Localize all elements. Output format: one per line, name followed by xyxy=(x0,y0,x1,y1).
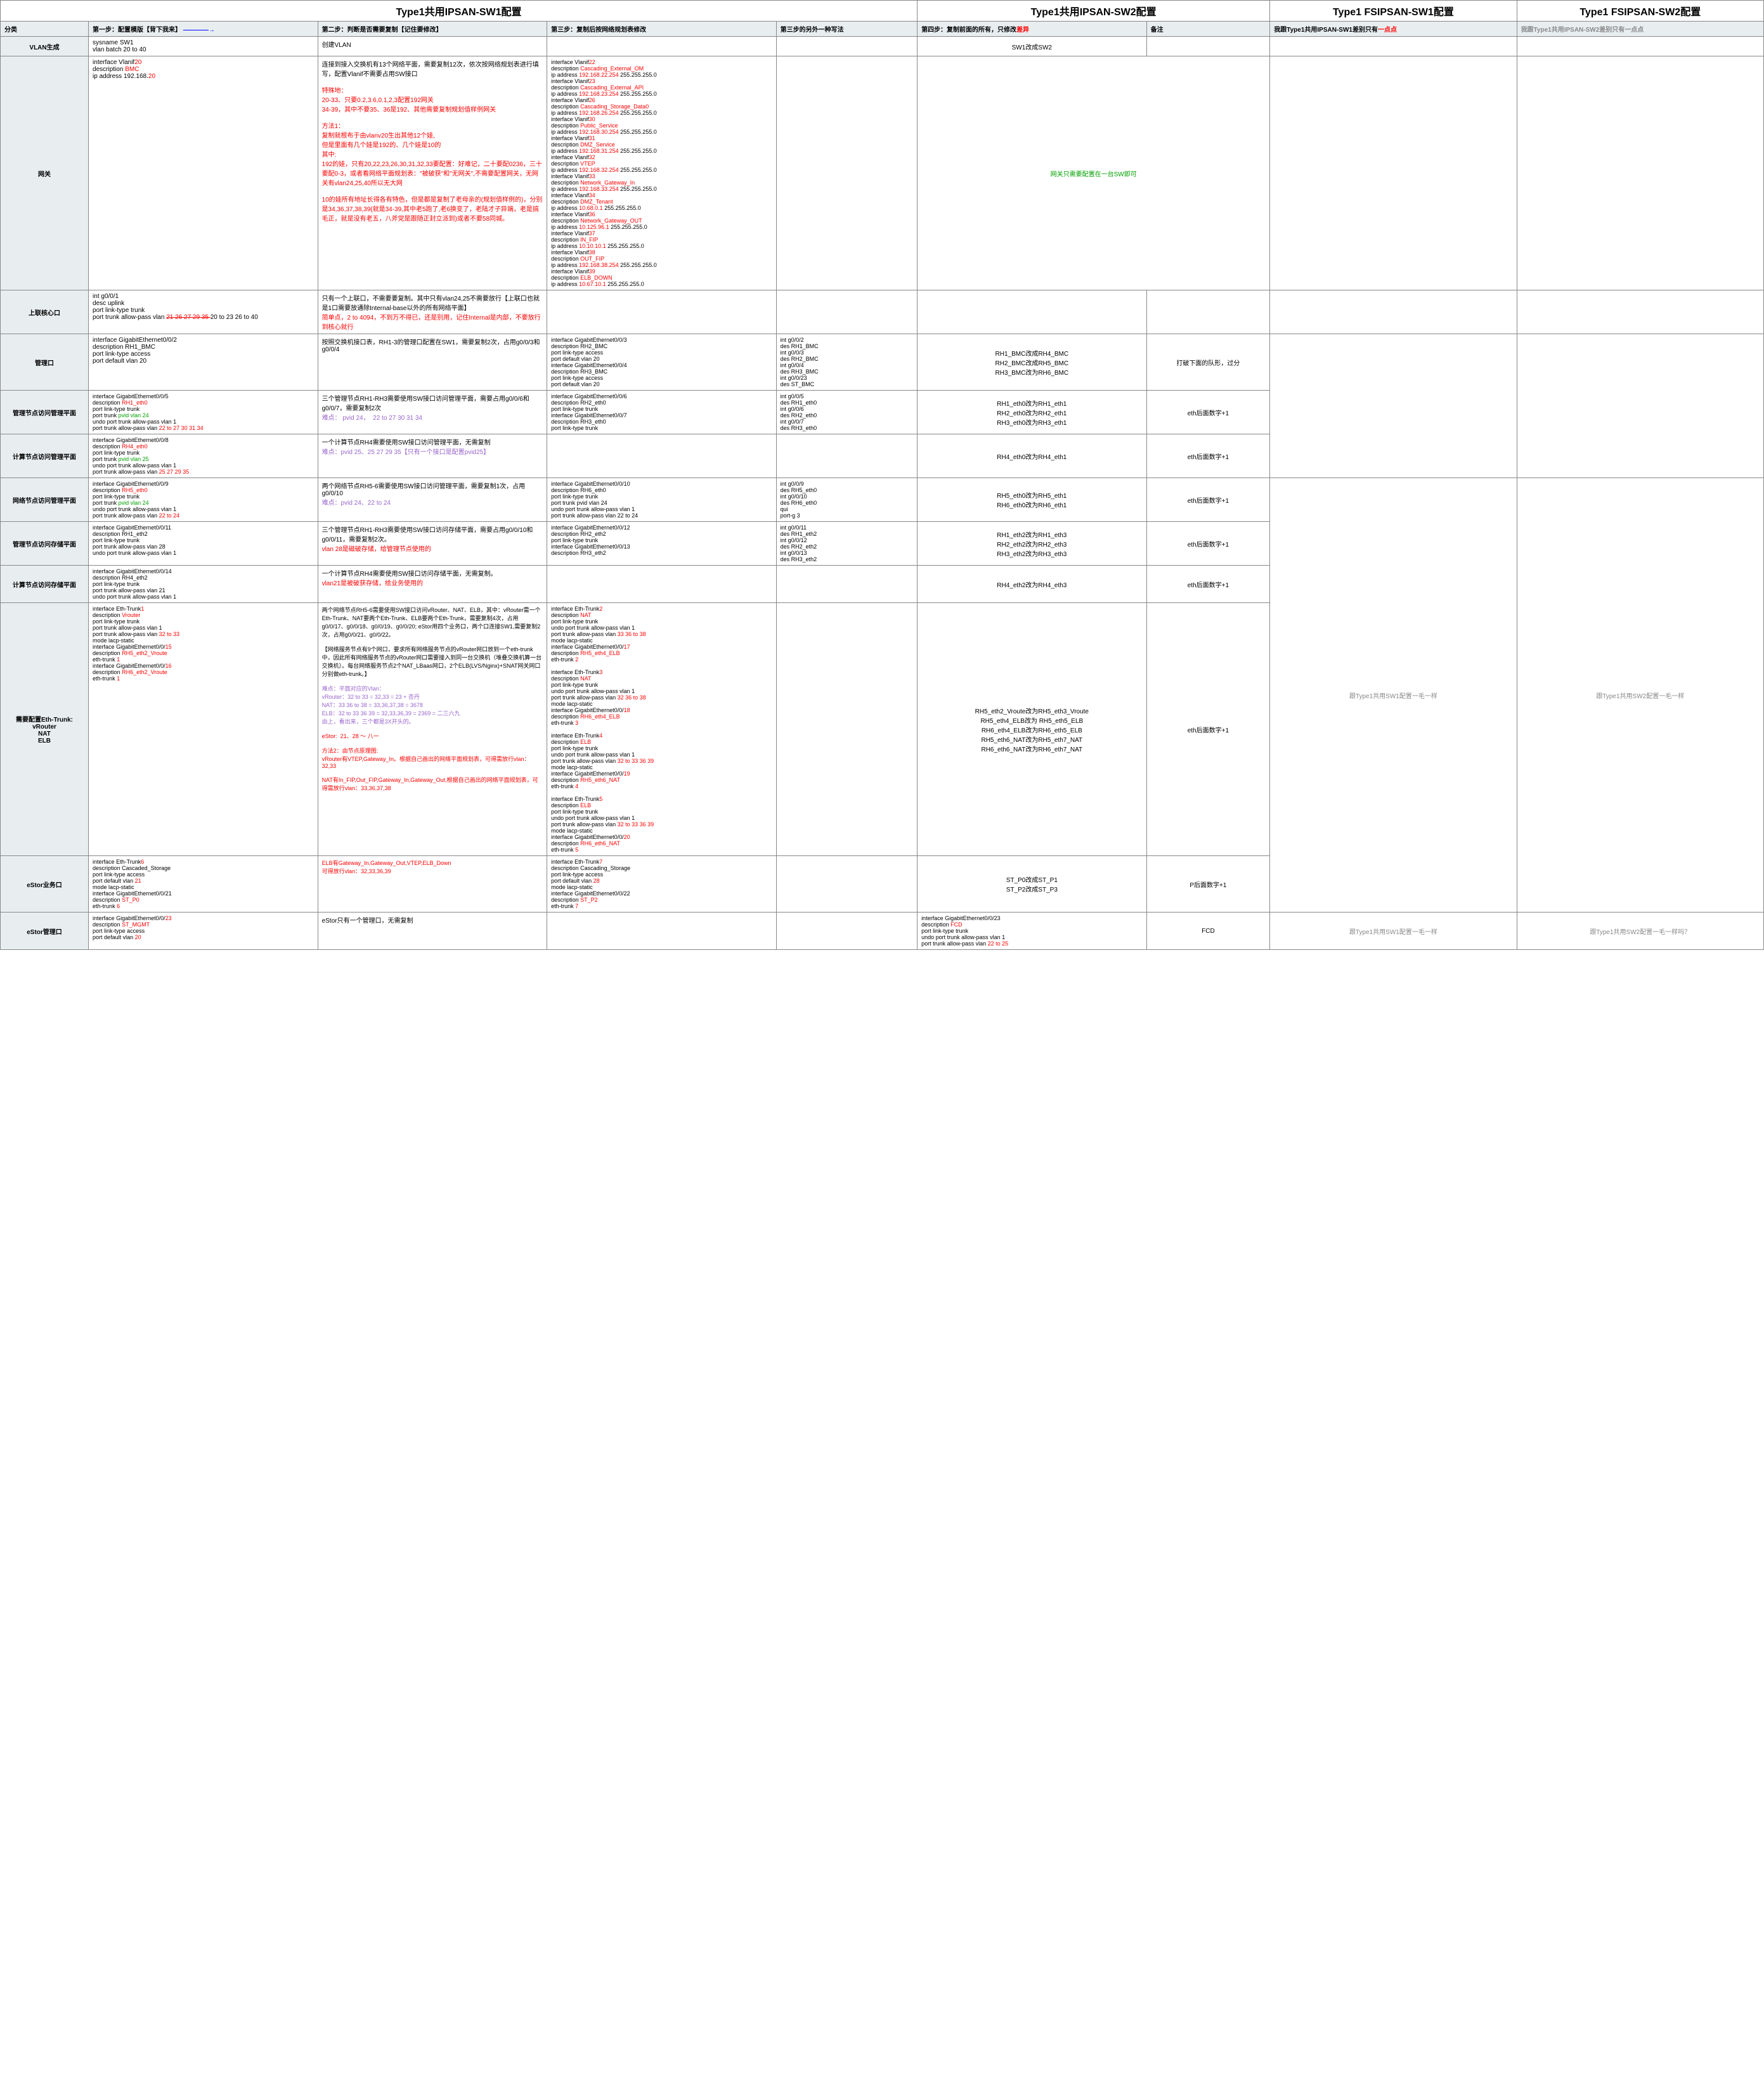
ethtrunk-judge: 两个网络节点RH5-6需要使用SW接口访问vRouter、NAT、ELB，其中：… xyxy=(318,603,547,856)
compmgmt-judge: 一个计算节点RH4需要使用SW接口访问管理平面，无需复制 难点：pvid 25、… xyxy=(318,434,547,478)
header-c2: Type1共用IPSAN-SW2配置 xyxy=(918,1,1270,22)
mgmt-sw2: RH1_BMC改成RH4_BMC RH2_BMC改成RH5_BMC RH3_BM… xyxy=(918,334,1147,391)
row-estormgmt-cat: eStor管理口 xyxy=(1,913,89,950)
gw-judge: 连接到接入交换机有13个网络平面，需要复制12次，依次按网络规划表进行填写，配置… xyxy=(318,56,547,290)
ethtrunk-step3: interface Eth-Trunk2 description NAT por… xyxy=(547,603,777,856)
row-compmgmt-cat: 计算节点访问管理平面 xyxy=(1,434,89,478)
netmgmt-judge: 两个网络节点RH5-6需要使用SW接口访问管理平面，需要复制1次，占用g0/0/… xyxy=(318,478,547,522)
ethtrunk-template: interface Eth-Trunk1 description Vrouter… xyxy=(89,603,318,856)
vlan-judge: 创建VLAN xyxy=(318,37,547,56)
row-gw-cat: 网关 xyxy=(1,56,89,290)
compstor-sw2: RH4_eth2改为RH4_eth3 xyxy=(918,566,1147,603)
vlan-sw2: SW1改成SW2 xyxy=(918,37,1147,56)
netmgmt-template: interface GigabitEthernet0/0/9 descripti… xyxy=(89,478,318,522)
mgstor-judge: 三个管理节点RH1-RH3需要使用SW接口访问存储平面，需要占用g0/0/10和… xyxy=(318,522,547,566)
col-step4: 第四步：复制前面的所有，只修改差异 xyxy=(918,22,1147,37)
netmgmt-step3: interface GigabitEthernet0/0/10 descript… xyxy=(547,478,777,522)
col-category: 分类 xyxy=(1,22,89,37)
estormgmt-bz: FCD xyxy=(1146,913,1270,950)
compstor-template: interface GigabitEthernet0/0/14 descript… xyxy=(89,566,318,603)
estorbiz-sw2: ST_P0改成ST_P1 ST_P2改成ST_P3 xyxy=(918,856,1147,913)
row-ethtrunk-cat: 需要配置Eth-Trunk: vRouter NAT ELB xyxy=(1,603,89,856)
netmgmt-bz: eth后面数字+1 xyxy=(1146,478,1270,522)
gw-note: 网关只需要配置在一台SW即可 xyxy=(918,56,1270,290)
estorbiz-judge: ELB有Gateway_In,Gateway_Out,VTEP,ELB_Down… xyxy=(318,856,547,913)
col-step1: 第一步：配置模版【背下我来】 ————→ xyxy=(89,22,318,37)
vlan-template: sysname SW1 vlan batch 20 to 40 xyxy=(89,37,318,56)
compmgmt-bz: eth后面数字+1 xyxy=(1146,434,1270,478)
gw-ifaces: interface Vlanif22 description Cascading… xyxy=(547,56,777,290)
mgplane-step3: interface GigabitEthernet0/0/6 descripti… xyxy=(547,391,777,434)
mgstor-bz: eth后面数字+1 xyxy=(1146,522,1270,566)
row-mgplane-cat: 管理节点访问管理平面 xyxy=(1,391,89,434)
mgplane-judge: 三个管理节点RH1-RH3需要使用SW接口访问管理平面，需要占用g0/0/6和g… xyxy=(318,391,547,434)
col-step3b: 第三步的另外一种写法 xyxy=(776,22,917,37)
estorbiz-bz: P后面数字+1 xyxy=(1146,856,1270,913)
estormgmt-judge: eStor只有一个管理口，无需复制 xyxy=(318,913,547,950)
mgmt-step3: interface GigabitEthernet0/0/3 descripti… xyxy=(547,334,777,391)
col-c4-note: 我跟Type1共用IPSAN-SW2差别只有一点点 xyxy=(1517,22,1763,37)
header-c4: Type1 FSIPSAN-SW2配置 xyxy=(1517,1,1763,22)
estormgmt-sw2: interface GigabitEthernet0/0/23 descript… xyxy=(918,913,1147,950)
mgplane-bz: eth后面数字+1 xyxy=(1146,391,1270,434)
ethtrunk-bz: eth后面数字+1 xyxy=(1146,603,1270,856)
ethtrunk-sw2: RH5_eth2_Vroute改为RH5_eth3_Vroute RH5_eth… xyxy=(918,603,1147,856)
mgstor-step3b: int g0/0/11 des RH1_eth2 int g0/0/12 des… xyxy=(776,522,917,566)
row-estorbiz-cat: eStor业务口 xyxy=(1,856,89,913)
mgplane-sw2: RH1_eth0改为RH1_eth1 RH2_eth0改为RH2_eth1 RH… xyxy=(918,391,1147,434)
estormgmt-fs2: 跟Type1共用SW2配置一毛一样吗？ xyxy=(1517,913,1763,950)
header-c3: Type1 FSIPSAN-SW1配置 xyxy=(1270,1,1517,22)
gw-template: interface Vlanif20 description BMC ip ad… xyxy=(89,56,318,290)
mgstor-sw2: RH1_eth2改为RH1_eth3 RH2_eth2改为RH2_eth3 RH… xyxy=(918,522,1147,566)
row-mgmt-cat: 管理口 xyxy=(1,334,89,391)
estorbiz-step3: interface Eth-Trunk7 description Cascadi… xyxy=(547,856,777,913)
vlan-step3b xyxy=(776,37,917,56)
mgstor-template: interface GigabitEthernet0/0/11 descript… xyxy=(89,522,318,566)
header-c1: Type1共用IPSAN-SW1配置 xyxy=(1,1,918,22)
mgplane-step3b: int g0/0/5 des RH1_eth0 int g0/0/6 des R… xyxy=(776,391,917,434)
col-c3-note: 我跟Type1共用IPSAN-SW1差别只有一点点 xyxy=(1270,22,1517,37)
uplink-judge: 只有一个上联口，不需要要复制。其中只有vlan24,25不需要放行【上联口也就是… xyxy=(318,290,547,334)
compstor-judge: 一个计算节点RH4需要使用SW接口访问存储平面，无需复制。 vlan21是被破获… xyxy=(318,566,547,603)
netmgmt-sw2: RH5_eth0改为RH5_eth1 RH6_eth0改为RH6_eth1 xyxy=(918,478,1147,522)
compmgmt-template: interface GigabitEthernet0/0/8 descripti… xyxy=(89,434,318,478)
config-table: Type1共用IPSAN-SW1配置 Type1共用IPSAN-SW2配置 Ty… xyxy=(0,0,1764,950)
vlan-step3 xyxy=(547,37,777,56)
col-beizhu: 备注 xyxy=(1146,22,1270,37)
col-step3: 第三步：复制后按网络规划表修改 xyxy=(547,22,777,37)
mgmt-judge: 按照交换机接口表，RH1-3的管理口配置在SW1，需要复制2次，占用g0/0/3… xyxy=(318,334,547,391)
uplink-template: int g0/0/1 desc uplink port link-type tr… xyxy=(89,290,318,334)
mgmt-step3b: int g0/0/2 des RH1_BMC int g0/0/3 des RH… xyxy=(776,334,917,391)
fs1-note: 跟Type1共用SW1配置一毛一样 xyxy=(1270,478,1517,913)
estormgmt-fs1: 跟Type1共用SW1配置一毛一样 xyxy=(1270,913,1517,950)
col-step2: 第二步：判断是否需要复制【记住要修改】 xyxy=(318,22,547,37)
fs2-note: 跟Type1共用SW2配置一毛一样 xyxy=(1517,478,1763,913)
compmgmt-sw2: RH4_eth0改为RH4_eth1 xyxy=(918,434,1147,478)
row-mgstor-cat: 管理节点访问存储平面 xyxy=(1,522,89,566)
netmgmt-step3b: int g0/0/9 des RH5_eth0 int g0/0/10 des … xyxy=(776,478,917,522)
row-netmgmt-cat: 网络节点访问管理平面 xyxy=(1,478,89,522)
mgmt-bz: 打破下面的队形，过分 xyxy=(1146,334,1270,391)
row-vlan-cat: VLAN生成 xyxy=(1,37,89,56)
row-uplink-cat: 上联核心口 xyxy=(1,290,89,334)
mgplane-template: interface GigabitEthernet0/0/5 descripti… xyxy=(89,391,318,434)
mgmt-template: interface GigabitEthernet0/0/2 descripti… xyxy=(89,334,318,391)
mgstor-step3: interface GigabitEthernet0/0/12 descript… xyxy=(547,522,777,566)
estorbiz-template: interface Eth-Trunk6 description Cascade… xyxy=(89,856,318,913)
estormgmt-template: interface GigabitEthernet0/0/23 descript… xyxy=(89,913,318,950)
compstor-bz: eth后面数字+1 xyxy=(1146,566,1270,603)
row-compstor-cat: 计算节点访问存储平面 xyxy=(1,566,89,603)
